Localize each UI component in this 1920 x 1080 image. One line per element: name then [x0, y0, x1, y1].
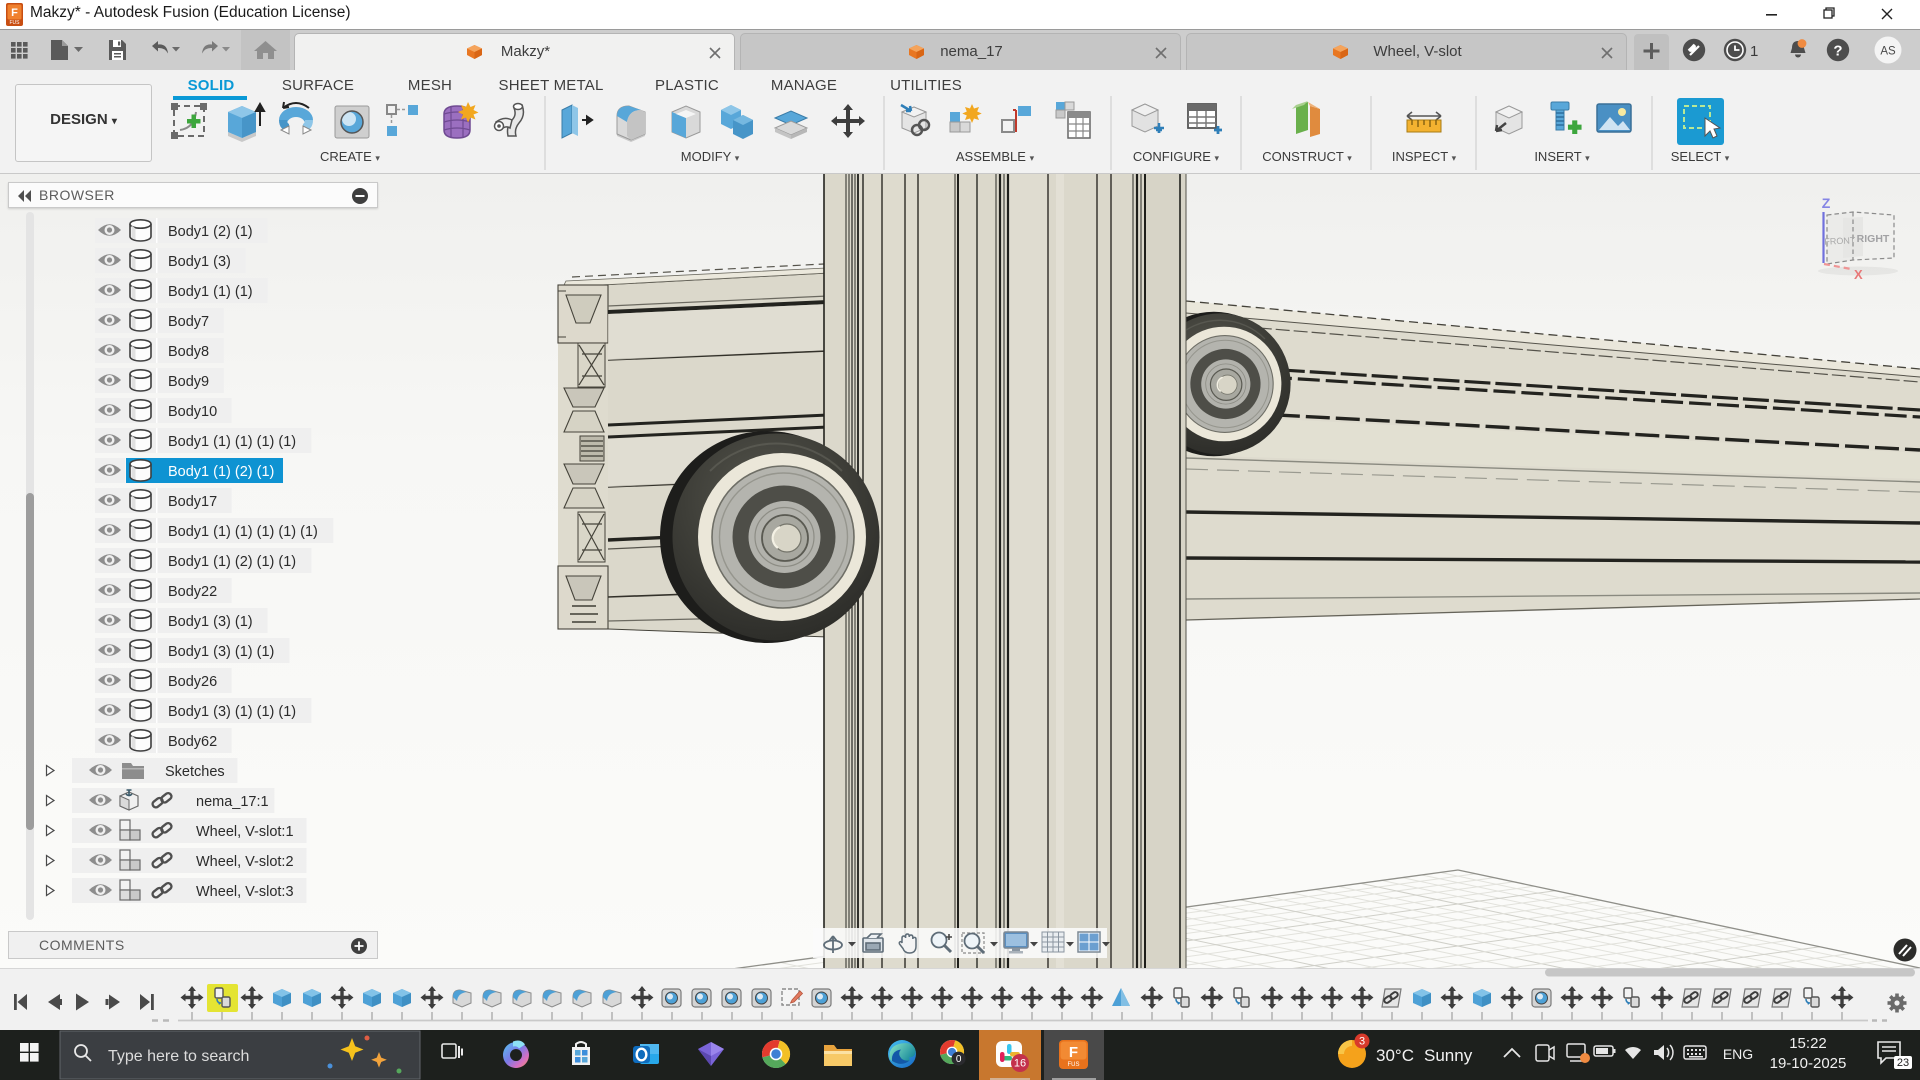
svg-text:3: 3 — [1359, 1036, 1365, 1048]
svg-text:Body1 (3) (1) (1): Body1 (3) (1) (1) — [168, 644, 274, 660]
svg-text:Body1 (1) (1) (1) (1) (1): Body1 (1) (1) (1) (1) (1) — [168, 524, 318, 540]
svg-text:Body10: Body10 — [168, 404, 217, 420]
svg-text:F: F — [1069, 1044, 1078, 1061]
svg-text:Z: Z — [1822, 195, 1831, 211]
svg-text:?: ? — [1833, 43, 1842, 60]
svg-text:Wheel, V-slot:2: Wheel, V-slot:2 — [196, 854, 294, 870]
svg-text:Body1 (1) (1) (1) (1): Body1 (1) (1) (1) (1) — [168, 434, 296, 450]
svg-text:FUS: FUS — [10, 20, 21, 26]
svg-text:Sketches: Sketches — [165, 764, 225, 780]
svg-text:RIGHT: RIGHT — [1857, 233, 1890, 245]
svg-text:FUS: FUS — [1068, 1062, 1080, 1068]
svg-text:0: 0 — [956, 1054, 962, 1065]
svg-text:AS: AS — [1880, 46, 1896, 58]
svg-text:Body1 (1) (2) (1): Body1 (1) (2) (1) — [168, 464, 274, 480]
svg-text:Body1 (3) (1): Body1 (3) (1) — [168, 614, 253, 630]
svg-text:16: 16 — [1014, 1058, 1026, 1070]
svg-text:Body62: Body62 — [168, 734, 217, 750]
svg-text:Body1 (3): Body1 (3) — [168, 254, 231, 270]
svg-text:Wheel, V-slot:1: Wheel, V-slot:1 — [196, 824, 294, 840]
svg-text:Sunny: Sunny — [1424, 1046, 1473, 1065]
svg-text:Body1 (1) (2) (1) (1): Body1 (1) (2) (1) (1) — [168, 554, 296, 570]
svg-text:Wheel, V-slot:3: Wheel, V-slot:3 — [196, 884, 294, 900]
svg-text:F: F — [11, 7, 18, 19]
svg-text:nema_17:1: nema_17:1 — [196, 794, 269, 810]
svg-text:Body1 (1) (1): Body1 (1) (1) — [168, 284, 253, 300]
svg-text:FRONT: FRONT — [1824, 235, 1856, 247]
svg-text:X: X — [1854, 267, 1863, 282]
svg-text:Body1 (3) (1) (1) (1): Body1 (3) (1) (1) (1) — [168, 704, 296, 720]
svg-text:Body26: Body26 — [168, 674, 217, 690]
svg-text:23: 23 — [1897, 1057, 1909, 1069]
svg-text:Type here to search: Type here to search — [108, 1048, 249, 1065]
svg-text:Body9: Body9 — [168, 374, 209, 390]
svg-text:1: 1 — [1750, 43, 1758, 60]
svg-text:30°C: 30°C — [1376, 1046, 1414, 1065]
svg-text:Body1 (2) (1): Body1 (2) (1) — [168, 224, 253, 240]
svg-text:19-10-2025: 19-10-2025 — [1770, 1055, 1847, 1072]
svg-text:Body22: Body22 — [168, 584, 217, 600]
svg-text:Body8: Body8 — [168, 344, 209, 360]
svg-text:Body17: Body17 — [168, 494, 217, 510]
svg-text:ENG: ENG — [1723, 1046, 1753, 1062]
svg-text:Body7: Body7 — [168, 314, 209, 330]
svg-text:15:22: 15:22 — [1789, 1035, 1827, 1052]
